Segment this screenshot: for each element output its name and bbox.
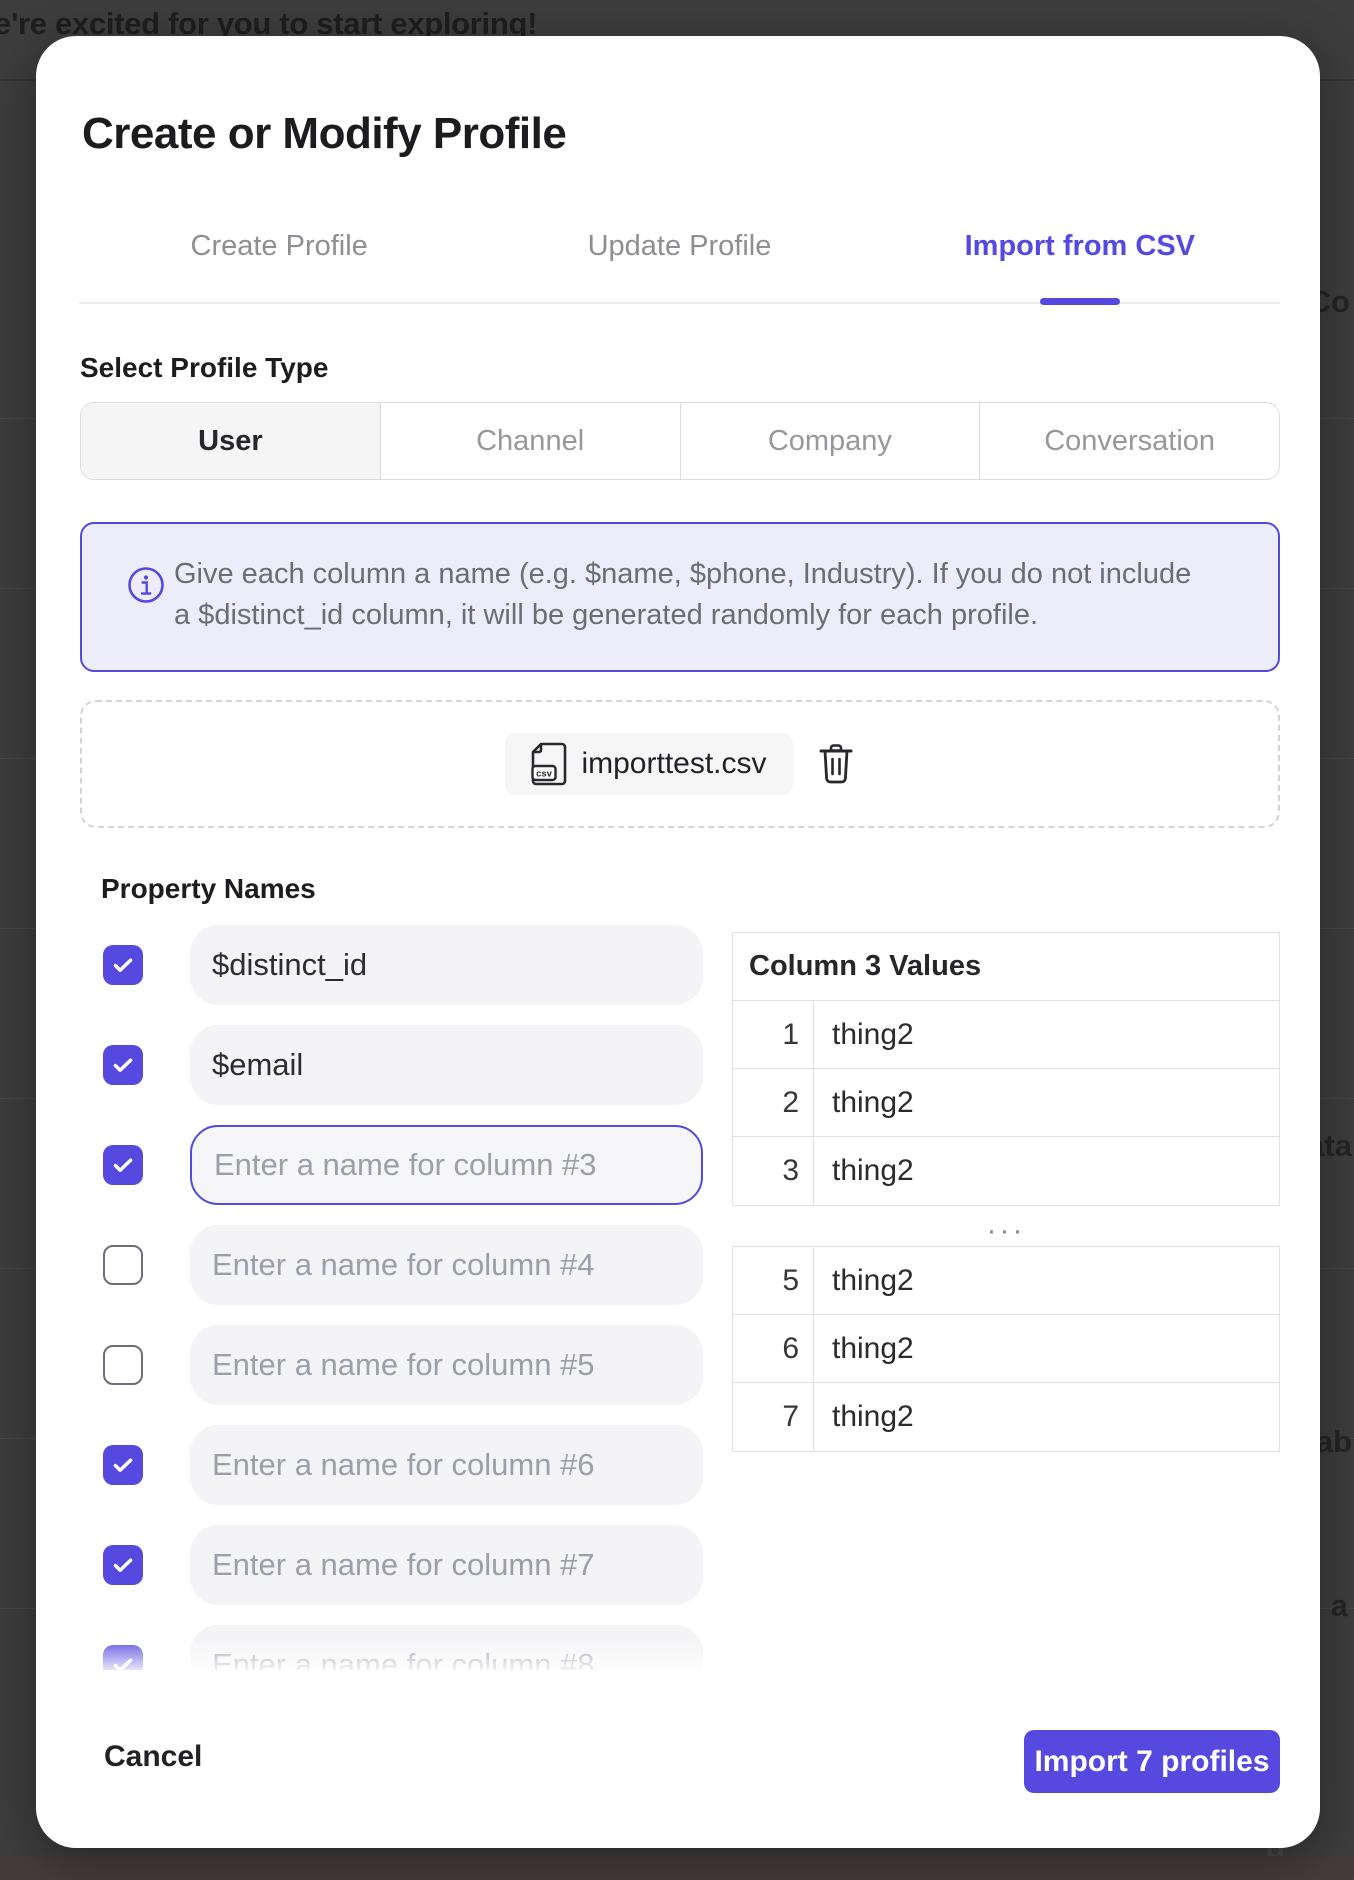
property-row [103, 1525, 703, 1605]
table-row: 6 thing2 [733, 1315, 1279, 1383]
create-or-modify-profile-modal: Create or Modify Profile Create Profile … [36, 36, 1320, 1848]
property-names-label: Property Names [101, 869, 316, 909]
checkmark-icon [110, 1152, 136, 1178]
profile-type-conversation[interactable]: Conversation [979, 403, 1279, 479]
property-row [103, 1325, 703, 1405]
info-icon [127, 566, 165, 604]
profile-type-segmented-control: User Channel Company Conversation [80, 402, 1280, 480]
table-row: 5 thing2 [733, 1247, 1279, 1315]
property-row [103, 1025, 703, 1105]
property-checkbox-5[interactable] [103, 1345, 143, 1385]
csv-dropzone[interactable]: csv importtest.csv [80, 700, 1280, 828]
table-row: 7 thing2 [733, 1383, 1279, 1451]
column-values-header: Column 3 Values [733, 933, 1279, 1001]
import-profiles-button[interactable]: Import 7 profiles [1024, 1730, 1280, 1793]
table-row: 3 thing2 [733, 1137, 1279, 1205]
tab-import-from-csv[interactable]: Import from CSV [880, 226, 1280, 266]
info-banner-text: Give each column a name (e.g. $name, $ph… [174, 554, 1214, 636]
checkmark-icon [110, 1452, 136, 1478]
property-name-input-1[interactable] [212, 947, 693, 983]
csv-file-icon: csv [531, 742, 567, 786]
backdrop-text-fragment: a [1331, 1588, 1348, 1624]
uploaded-file-chip: csv importtest.csv [505, 733, 792, 795]
property-name-input-4[interactable] [212, 1247, 693, 1283]
property-name-input-6[interactable] [212, 1447, 693, 1483]
checkmark-icon [110, 952, 136, 978]
property-checkbox-3[interactable] [103, 1145, 143, 1185]
property-name-input-7[interactable] [212, 1547, 693, 1583]
column-values-table-continued: 5 thing2 6 thing2 7 thing2 [732, 1246, 1280, 1452]
property-checkbox-1[interactable] [103, 945, 143, 985]
info-banner: Give each column a name (e.g. $name, $ph… [80, 522, 1280, 672]
checkmark-icon [110, 1552, 136, 1578]
property-row [103, 1125, 703, 1205]
checkmark-icon [110, 1052, 136, 1078]
modal-tabs: Create Profile Update Profile Import fro… [79, 226, 1280, 266]
select-profile-type-label: Select Profile Type [80, 348, 328, 388]
property-names-list [103, 925, 703, 1670]
property-checkbox-2[interactable] [103, 1045, 143, 1085]
column-values-table: Column 3 Values 1 thing2 2 thing2 3 thin… [732, 932, 1280, 1206]
property-name-input-8[interactable] [212, 1647, 693, 1670]
table-row: 1 thing2 [733, 1001, 1279, 1069]
property-name-input-3[interactable] [214, 1147, 691, 1183]
profile-type-channel[interactable]: Channel [380, 403, 680, 479]
modal-title: Create or Modify Profile [82, 106, 566, 162]
property-checkbox-7[interactable] [103, 1545, 143, 1585]
property-row [103, 1425, 703, 1505]
tab-create-profile[interactable]: Create Profile [79, 226, 479, 266]
cancel-button[interactable]: Cancel [104, 1736, 202, 1778]
active-tab-underline [1040, 298, 1120, 305]
table-row: 2 thing2 [733, 1069, 1279, 1137]
property-checkbox-4[interactable] [103, 1245, 143, 1285]
property-row [103, 925, 703, 1005]
backdrop-band [0, 1856, 1354, 1880]
property-name-input-5[interactable] [212, 1347, 693, 1383]
svg-text:csv: csv [537, 769, 554, 780]
property-checkbox-8[interactable] [103, 1645, 143, 1670]
property-name-input-2[interactable] [212, 1047, 693, 1083]
tab-update-profile[interactable]: Update Profile [479, 226, 879, 266]
uploaded-file-name: importtest.csv [581, 747, 766, 781]
profile-type-company[interactable]: Company [680, 403, 980, 479]
table-ellipsis: ··· [732, 1211, 1280, 1251]
profile-type-user[interactable]: User [81, 403, 380, 479]
property-row [103, 1625, 703, 1670]
property-row [103, 1225, 703, 1305]
checkmark-icon [110, 1652, 136, 1670]
trash-icon[interactable] [817, 742, 855, 786]
property-checkbox-6[interactable] [103, 1445, 143, 1485]
